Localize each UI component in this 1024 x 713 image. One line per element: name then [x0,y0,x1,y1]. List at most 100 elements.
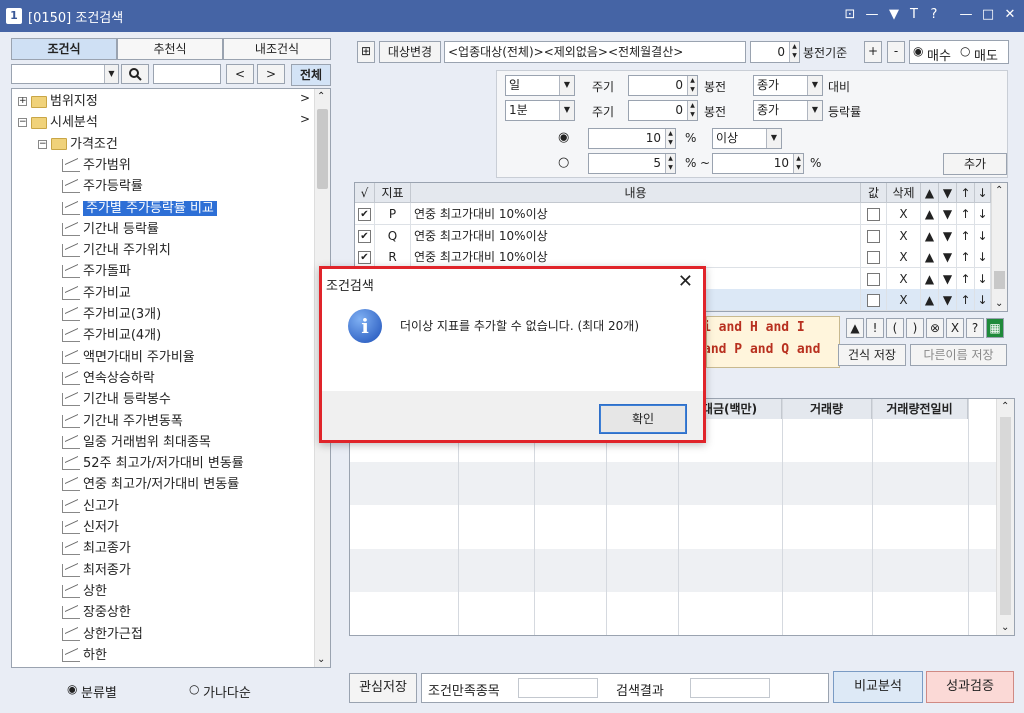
period-select-1[interactable]: 일 ▼ [505,75,575,96]
expander-icon[interactable]: + [18,97,27,106]
row-value-checkbox[interactable] [861,246,887,268]
row-checkbox[interactable]: ✔ [355,203,375,225]
row-value-checkbox[interactable] [861,224,887,247]
pin-icon[interactable]: ▼ [886,6,902,24]
row-content[interactable]: 연중 최고가대비 10%이상 [411,246,861,268]
tree-item[interactable]: 기간내 등락률 [62,219,159,240]
chevron-down-icon[interactable]: ▼ [559,76,574,95]
chevron-down-icon[interactable]: ▼ [104,65,118,83]
compare-button[interactable]: 비교분석 [833,671,923,703]
tab-my-condition[interactable]: 내조건식 [223,38,331,60]
tree-item[interactable]: 주가돌파 [62,261,131,282]
minus-button[interactable]: - [887,41,905,63]
prev-button[interactable]: < [226,64,254,84]
tree-item[interactable]: 연중 최고가/저가대비 변동률 [62,474,239,495]
row-value-checkbox[interactable] [861,289,887,311]
spinner-icon[interactable]: ▲ ▼ [789,42,799,62]
tree-item[interactable]: 액면가대비 주가비율 [62,347,195,368]
row-move-up-icon[interactable]: ▲ [921,246,939,268]
tree-item[interactable]: 기간내 등락봉수 [62,389,171,410]
spinner-icon[interactable]: ▲ ▼ [665,154,675,173]
row-content[interactable]: 연중 최고가대비 10%이상 [411,224,861,247]
minimize-bar-icon[interactable]: — [864,6,880,24]
search-input[interactable] [153,64,221,84]
tree-item[interactable]: 하한 [62,645,107,666]
all-button[interactable]: 전체 [291,64,331,86]
tree-item[interactable]: 기간내 주가변동폭 [62,411,183,432]
ok-button[interactable]: 확인 [599,404,687,434]
spinner-icon[interactable]: ▲ ▼ [665,129,675,148]
excel-icon[interactable]: ▦ [986,318,1004,338]
checkbox-icon[interactable] [867,294,880,307]
tree-item[interactable]: 주가범위 [62,155,131,176]
condition-expression[interactable]: i and H and I and P and Q and [706,316,840,368]
range-from-input[interactable]: 5 ▲ ▼ [588,153,676,174]
grid-scrollbar[interactable]: ⌃ ⌄ [991,183,1007,311]
spinner-icon[interactable]: ▲ ▼ [793,154,803,173]
row-move-bottom-icon[interactable]: ↓ [975,246,991,268]
close-paren-op[interactable]: ) [906,318,924,338]
minimize-icon[interactable]: — [958,6,974,24]
row-move-bottom-icon[interactable]: ↓ [975,203,991,225]
radio-sell-label[interactable]: 매도 [974,45,998,64]
bong-input[interactable]: 0 ▲ ▼ [750,41,800,63]
expand-panel-button[interactable]: ⊞ [357,41,375,63]
results-row[interactable] [350,440,996,463]
spinner-icon[interactable]: ▲ ▼ [687,101,697,120]
row-delete-button[interactable]: X [887,289,921,311]
radio-range-icon[interactable]: ○ [558,155,569,170]
checkbox-icon[interactable]: ✔ [358,208,371,221]
tree-item[interactable]: 상한가근접 [62,624,143,645]
tree-item[interactable]: 신저가 [62,517,119,538]
close-icon[interactable]: ✕ [1002,6,1018,24]
search-button[interactable] [121,64,149,84]
font-icon[interactable]: T [906,6,922,24]
results-row[interactable] [350,613,996,635]
row-move-bottom-icon[interactable]: ↓ [975,224,991,247]
row-content[interactable]: 연중 최고가대비 10%이상 [411,203,861,225]
save-as-button[interactable]: 다른이름 저장 [910,344,1007,366]
row-move-up-icon[interactable]: ▲ [921,289,939,311]
scroll-thumb[interactable] [994,271,1005,289]
checkbox-icon[interactable] [867,229,880,243]
help-op[interactable]: ? [966,318,984,338]
results-row[interactable] [350,462,996,484]
maximize-icon[interactable]: □ [980,6,996,24]
scroll-down-icon[interactable]: ⌄ [1001,622,1009,633]
price-select-2[interactable]: 종가 ▼ [753,100,823,121]
scroll-down-icon[interactable]: ⌄ [995,298,1003,309]
not-op[interactable]: ! [866,318,884,338]
tab-condition[interactable]: 조건식 [11,38,117,60]
radio-category-label[interactable]: 분류별 [81,682,117,701]
range-to-input[interactable]: 10 ▲ ▼ [712,153,804,174]
tab-recommend[interactable]: 추천식 [117,38,223,60]
checkbox-icon[interactable] [867,272,880,286]
open-paren-op[interactable]: ( [886,318,904,338]
category-combo[interactable] [11,64,119,84]
row-move-down-icon[interactable]: ▼ [939,267,957,290]
radio-buy-label[interactable]: 매수 [927,45,951,64]
checkbox-icon[interactable]: ✔ [358,251,371,264]
checkbox-icon[interactable] [867,208,880,221]
spinner-icon[interactable]: ▲ ▼ [687,76,697,95]
row-move-down-icon[interactable]: ▼ [939,289,957,311]
help-icon[interactable]: ? [926,6,942,24]
results-row[interactable] [350,591,996,614]
row-checkbox[interactable]: ✔ [355,224,375,247]
move-up-op[interactable]: ▲ [846,318,864,338]
results-row[interactable] [350,548,996,571]
results-row[interactable] [350,505,996,527]
row-value-checkbox[interactable] [861,267,887,290]
row-move-down-icon[interactable]: ▼ [939,203,957,225]
chevron-down-icon[interactable]: ▼ [559,101,574,120]
row-value-checkbox[interactable] [861,203,887,225]
checkbox-icon[interactable] [867,251,880,264]
tree-folder[interactable]: − 시세분석 [18,112,98,133]
dialog-close-icon[interactable]: ✕ [678,271,693,292]
radio-alpha-icon[interactable]: ○ [189,682,199,696]
radio-sell-icon[interactable]: ○ [960,44,970,58]
tree-item[interactable]: 기간내 주가위치 [62,240,171,261]
tree-item[interactable]: 주가별 주가등락률 비교 [62,198,217,219]
chevron-down-icon[interactable]: ▼ [766,129,781,148]
radio-single-icon[interactable]: ◉ [558,130,569,145]
